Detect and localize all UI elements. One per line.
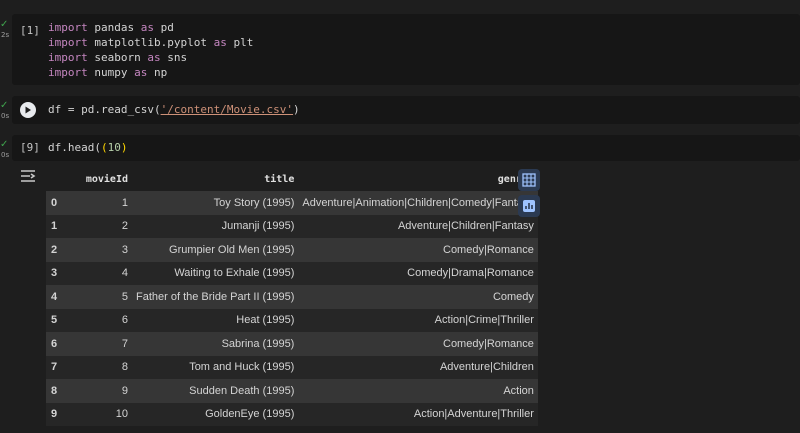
cell-genres: Adventure|Children (439, 361, 534, 374)
column-header-genres: genres (497, 173, 534, 185)
table-row: 0 1 Toy Story (1995) Adventure|Animation|Ch… (46, 191, 538, 215)
column-header-index (46, 167, 66, 191)
check-icon: ✓ (0, 139, 9, 150)
output-toggle-icon[interactable] (20, 168, 36, 187)
cell-movieid: 6 (121, 314, 128, 327)
cell-movieid: 9 (121, 384, 128, 397)
cell-movieid: 8 (121, 361, 128, 374)
cell-movieid: 10 (115, 408, 128, 421)
table-view-icon[interactable] (518, 169, 540, 191)
table-row: 6 7 Sabrina (1995) Comedy|Romance (46, 332, 538, 356)
code-line: import numpy as np (48, 66, 168, 79)
cell-genres: Action|Adventure|Thriller (413, 408, 534, 421)
code-editor[interactable] (12, 135, 800, 161)
row-index: 6 (51, 337, 58, 350)
cell-genres: Adventure|Children|Fantasy (397, 220, 534, 233)
table-header-row: movieId title genres (46, 167, 538, 191)
row-index: 2 (51, 243, 58, 256)
table-row: 9 10 GoldenEye (1995) Action|Adventure|Thri… (46, 402, 538, 426)
row-index: 5 (51, 314, 58, 327)
cell-title: Tom and Huck (1995) (189, 361, 295, 374)
cell-genres: Comedy|Drama|Romance (407, 267, 534, 280)
code-text[interactable]: df.head((10) (48, 140, 127, 155)
cell-genres: Comedy|Romance (443, 337, 534, 350)
cell-genres: Comedy|Romance (443, 243, 534, 256)
column-header-title: title (264, 173, 295, 185)
check-icon: ✓ (0, 100, 9, 111)
cell-movieid: 1 (121, 196, 128, 209)
code-text[interactable]: df = pd.read_csv('/content/Movie.csv') (48, 102, 300, 117)
execution-time: 0s (1, 151, 10, 159)
code-string: '/content/Movie.csv' (160, 103, 294, 116)
dataframe-table: movieId title genres 0 1 Toy Story (1995) A… (46, 167, 538, 426)
cell-title: Heat (1995) (236, 314, 295, 327)
row-index: 3 (51, 267, 58, 280)
cell-title: Toy Story (1995) (213, 196, 295, 209)
cell-title: Father of the Bride Part II (1995) (136, 290, 295, 303)
play-icon[interactable] (20, 102, 36, 118)
cell-genres: Action|Crime|Thriller (434, 314, 534, 327)
table-row: 3 4 Waiting to Exhale (1995) Comedy|Drama|R… (46, 261, 538, 285)
cell-movieid: 5 (121, 290, 128, 303)
row-index: 9 (51, 408, 58, 421)
code-line: import seaborn as sns (48, 51, 188, 64)
cell-movieid: 3 (121, 243, 128, 256)
row-index: 4 (51, 290, 58, 303)
code-cell-imports[interactable]: ✓ 2s [1] import pandas as pd import matp… (0, 14, 800, 85)
execution-count: [9] (20, 141, 40, 154)
table-row: 2 3 Grumpier Old Men (1995) Comedy|Romance (46, 238, 538, 262)
chart-suggest-icon[interactable] (518, 195, 540, 217)
cell-title: Jumanji (1995) (221, 220, 295, 233)
cell-title: Sudden Death (1995) (189, 384, 295, 397)
check-icon: ✓ (0, 19, 9, 30)
code-text[interactable]: import pandas as pd import matplotlib.py… (48, 20, 253, 80)
table-row: 5 6 Heat (1995) Action|Crime|Thriller (46, 308, 538, 332)
row-index: 0 (51, 196, 58, 209)
table-row: 4 5 Father of the Bride Part II (1995) Come… (46, 285, 538, 309)
code-line: import matplotlib.pyplot as plt (48, 36, 254, 49)
table-row: 7 8 Tom and Huck (1995) Adventure|Children (46, 355, 538, 379)
execution-time: 2s (1, 31, 10, 39)
cell-title: Waiting to Exhale (1995) (174, 267, 295, 280)
row-index: 8 (51, 384, 58, 397)
code-cell-head[interactable]: ✓ 0s [9] df.head((10) (0, 135, 800, 161)
code-cell-read-csv[interactable]: ✓ 0s df = pd.read_csv('/content/Movie.cs… (0, 96, 800, 124)
cell-movieid: 4 (121, 267, 128, 280)
cell-movieid: 7 (121, 337, 128, 350)
column-header-movieid: movieId (85, 173, 128, 185)
cell-genres: Action (503, 384, 534, 397)
execution-time: 0s (1, 112, 10, 120)
execution-count: [1] (20, 24, 40, 37)
code-line: import pandas as pd (48, 21, 174, 34)
cell-title: GoldenEye (1995) (205, 408, 295, 421)
cell-title: Grumpier Old Men (1995) (169, 243, 295, 256)
row-index: 7 (51, 361, 58, 374)
row-index: 1 (51, 220, 58, 233)
cell-movieid: 2 (121, 220, 128, 233)
cell-title: Sabrina (1995) (221, 337, 295, 350)
cell-genres: Adventure|Animation|Children|Comedy|Fant… (302, 196, 534, 209)
table-row: 8 9 Sudden Death (1995) Action (46, 379, 538, 403)
table-row: 1 2 Jumanji (1995) Adventure|Children|Fanta… (46, 214, 538, 238)
cell-genres: Comedy (492, 290, 534, 303)
